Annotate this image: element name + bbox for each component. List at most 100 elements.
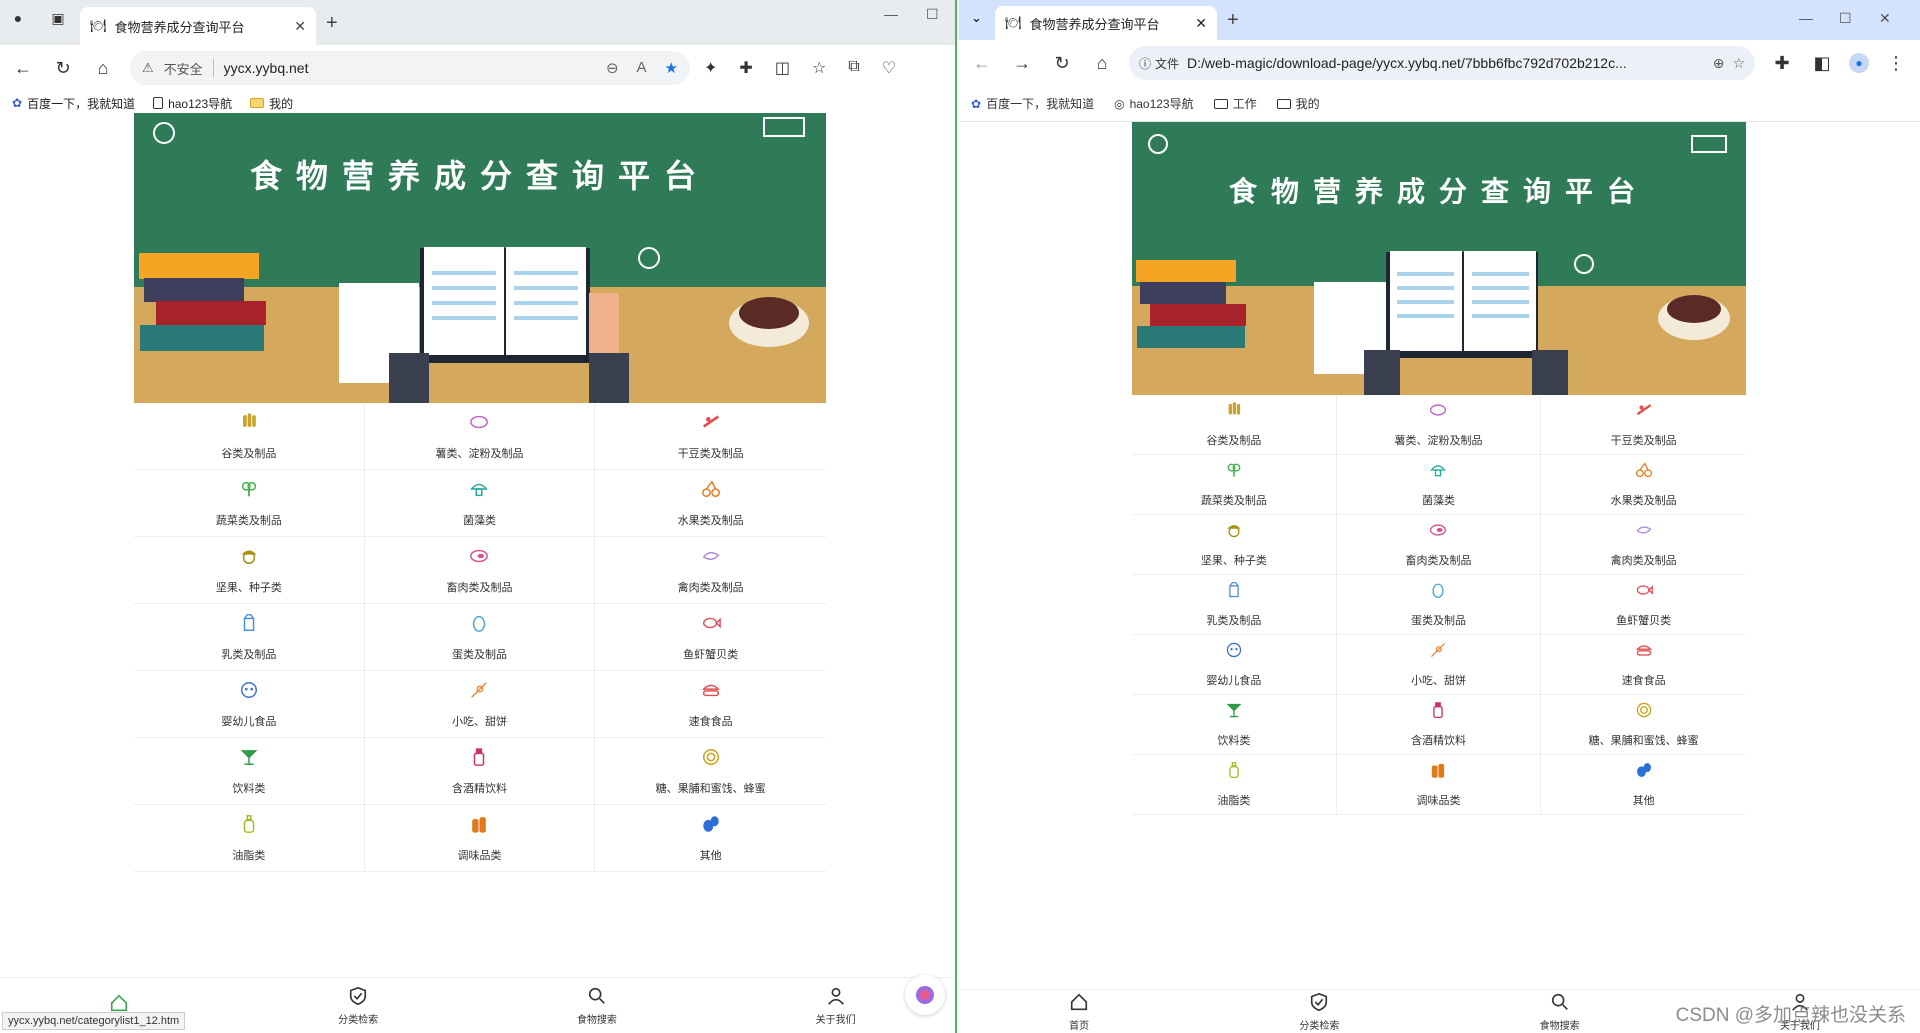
address-bar[interactable]: ⓘ 文件 D:/web-magic/download-page/yycx.yybq…	[1129, 46, 1755, 80]
category-cell[interactable]: 蔬菜类及制品	[134, 470, 365, 537]
new-tab-button[interactable]: +	[1227, 9, 1239, 32]
split-screen-icon[interactable]: ◫	[775, 58, 790, 78]
zoom-icon[interactable]: ⊕	[1713, 55, 1725, 72]
category-cell[interactable]: 小吃、甜饼	[1336, 635, 1542, 695]
category-cell[interactable]: 坚果、种子类	[1132, 515, 1337, 575]
minimize-icon[interactable]: —	[1799, 10, 1813, 26]
close-tab-icon[interactable]: ✕	[294, 18, 306, 35]
collections-icon[interactable]: ⧉	[848, 58, 859, 78]
maximize-icon[interactable]: ☐	[926, 6, 939, 23]
category-cell[interactable]: 谷类及制品	[134, 403, 365, 470]
category-cell[interactable]: 薯类、淀粉及制品	[364, 403, 596, 470]
address-bar[interactable]: ⚠ 不安全 yycx.yybq.net ⊖ A ★	[130, 51, 690, 85]
category-cell[interactable]: 小吃、甜饼	[364, 671, 596, 738]
bookmark-star-icon[interactable]: ☆	[1732, 55, 1745, 72]
tabbar-item[interactable]: 首页	[959, 990, 1199, 1033]
menu-icon[interactable]: ⋮	[1883, 53, 1909, 74]
category-cell[interactable]: 速食食品	[1541, 635, 1746, 695]
category-cell[interactable]: 干豆类及制品	[1541, 395, 1746, 455]
back-icon[interactable]: ←	[969, 53, 995, 74]
category-cell[interactable]: 干豆类及制品	[595, 403, 826, 470]
category-cell[interactable]: 坚果、种子类	[134, 537, 365, 604]
profile-icon[interactable]: ●	[6, 6, 30, 30]
category-cell[interactable]: 调味品类	[1336, 755, 1542, 815]
category-cell[interactable]: 含酒精饮料	[364, 738, 596, 805]
category-cell[interactable]: 鱼虾蟹贝类	[1541, 575, 1746, 635]
file-chip[interactable]: ⓘ 文件	[1139, 55, 1179, 72]
minimize-icon[interactable]: —	[884, 6, 898, 22]
tabbar-item[interactable]: 食物搜索	[1440, 990, 1680, 1033]
category-cell[interactable]: 含酒精饮料	[1336, 695, 1542, 755]
tabbar-item[interactable]: 食物搜索	[478, 978, 717, 1033]
tab-search-icon[interactable]: ⌄	[971, 10, 982, 26]
profile-avatar-icon[interactable]: ●	[1849, 53, 1869, 73]
favorites-icon[interactable]: ☆	[812, 58, 826, 78]
new-tab-button[interactable]: +	[326, 12, 338, 35]
forward-icon[interactable]: →	[1009, 53, 1035, 74]
copilot-floating-button[interactable]	[905, 975, 945, 1015]
bookmark-hao123[interactable]: ◎ hao123导航	[1114, 95, 1194, 112]
category-cell[interactable]: 乳类及制品	[1132, 575, 1337, 635]
category-cell[interactable]: 婴幼儿食品	[134, 671, 365, 738]
extensions-icon[interactable]: ✚	[739, 58, 752, 78]
category-cell[interactable]: 其他	[595, 805, 826, 872]
category-cell[interactable]: 畜肉类及制品	[364, 537, 596, 604]
bookmark-folder-work[interactable]: 工作	[1213, 95, 1257, 112]
favorite-star-icon[interactable]: ★	[665, 59, 678, 77]
category-cell[interactable]: 饮料类	[134, 738, 365, 805]
url-text[interactable]: yycx.yybq.net	[224, 60, 309, 76]
bookmark-folder-mine[interactable]: 我的	[1276, 95, 1320, 112]
side-panel-icon[interactable]: ◧	[1809, 53, 1835, 74]
extensions-icon[interactable]: ✚	[1769, 53, 1795, 74]
category-cell[interactable]: 水果类及制品	[1541, 455, 1746, 515]
category-cell[interactable]: 蔬菜类及制品	[1132, 455, 1337, 515]
category-cell[interactable]: 畜肉类及制品	[1336, 515, 1542, 575]
category-cell[interactable]: 菌藻类	[1336, 455, 1542, 515]
category-cell[interactable]: 饮料类	[1132, 695, 1337, 755]
home-icon[interactable]: ⌂	[1089, 53, 1115, 74]
maximize-icon[interactable]: ☐	[1839, 10, 1852, 27]
category-cell[interactable]: 速食食品	[595, 671, 826, 738]
bookmark-hao123[interactable]: hao123导航	[153, 95, 232, 112]
performance-icon[interactable]: ♡	[882, 58, 896, 78]
bookmark-baidu[interactable]: ✿ 百度一下，我就知道	[971, 95, 1094, 112]
category-cell[interactable]: 油脂类	[134, 805, 365, 872]
copilot-icon[interactable]: ✦	[704, 58, 717, 78]
bookmark-folder-mine[interactable]: 我的	[250, 95, 293, 112]
browser-tab[interactable]: 🍽 食物营养成分查询平台 ✕	[995, 6, 1217, 40]
reload-icon[interactable]: ↻	[1049, 53, 1075, 74]
bookmark-baidu[interactable]: ✿ 百度一下，我就知道	[12, 95, 135, 112]
zoom-icon[interactable]: ⊖	[606, 59, 619, 77]
broccoli-icon	[239, 479, 259, 504]
category-cell[interactable]: 糖、果脯和蜜饯、蜂蜜	[1541, 695, 1746, 755]
category-cell[interactable]: 禽肉类及制品	[1541, 515, 1746, 575]
category-cell[interactable]: 禽肉类及制品	[595, 537, 826, 604]
egg-icon	[1429, 581, 1447, 604]
tab-title: 食物营养成分查询平台	[1029, 16, 1160, 32]
home-icon[interactable]: ⌂	[90, 58, 116, 79]
close-tab-icon[interactable]: ✕	[1195, 15, 1207, 32]
read-aloud-icon[interactable]: A	[637, 59, 647, 77]
url-text[interactable]: D:/web-magic/download-page/yycx.yybq.net…	[1187, 55, 1627, 71]
category-cell[interactable]: 鱼虾蟹贝类	[595, 604, 826, 671]
workspaces-icon[interactable]: ▣	[46, 6, 70, 30]
back-icon[interactable]: ←	[10, 58, 36, 79]
category-cell[interactable]: 油脂类	[1132, 755, 1337, 815]
tabbar-item[interactable]: 分类检索	[1199, 990, 1439, 1033]
category-cell[interactable]: 调味品类	[364, 805, 596, 872]
category-cell[interactable]: 谷类及制品	[1132, 395, 1337, 455]
category-cell[interactable]: 菌藻类	[364, 470, 596, 537]
category-cell[interactable]: 乳类及制品	[134, 604, 365, 671]
browser-tab[interactable]: 🍽 食物营养成分查询平台 ✕	[80, 7, 316, 45]
close-window-icon[interactable]: ✕	[1879, 10, 1891, 27]
category-cell[interactable]: 蛋类及制品	[364, 604, 596, 671]
tabbar-item[interactable]: 分类检索	[239, 978, 478, 1033]
category-cell[interactable]: 蛋类及制品	[1336, 575, 1542, 635]
category-label: 菌藻类	[462, 514, 496, 527]
category-cell[interactable]: 糖、果脯和蜜饯、蜂蜜	[595, 738, 826, 805]
category-cell[interactable]: 其他	[1541, 755, 1746, 815]
category-cell[interactable]: 水果类及制品	[595, 470, 826, 537]
category-cell[interactable]: 薯类、淀粉及制品	[1336, 395, 1542, 455]
category-cell[interactable]: 婴幼儿食品	[1132, 635, 1337, 695]
reload-icon[interactable]: ↻	[50, 58, 76, 79]
